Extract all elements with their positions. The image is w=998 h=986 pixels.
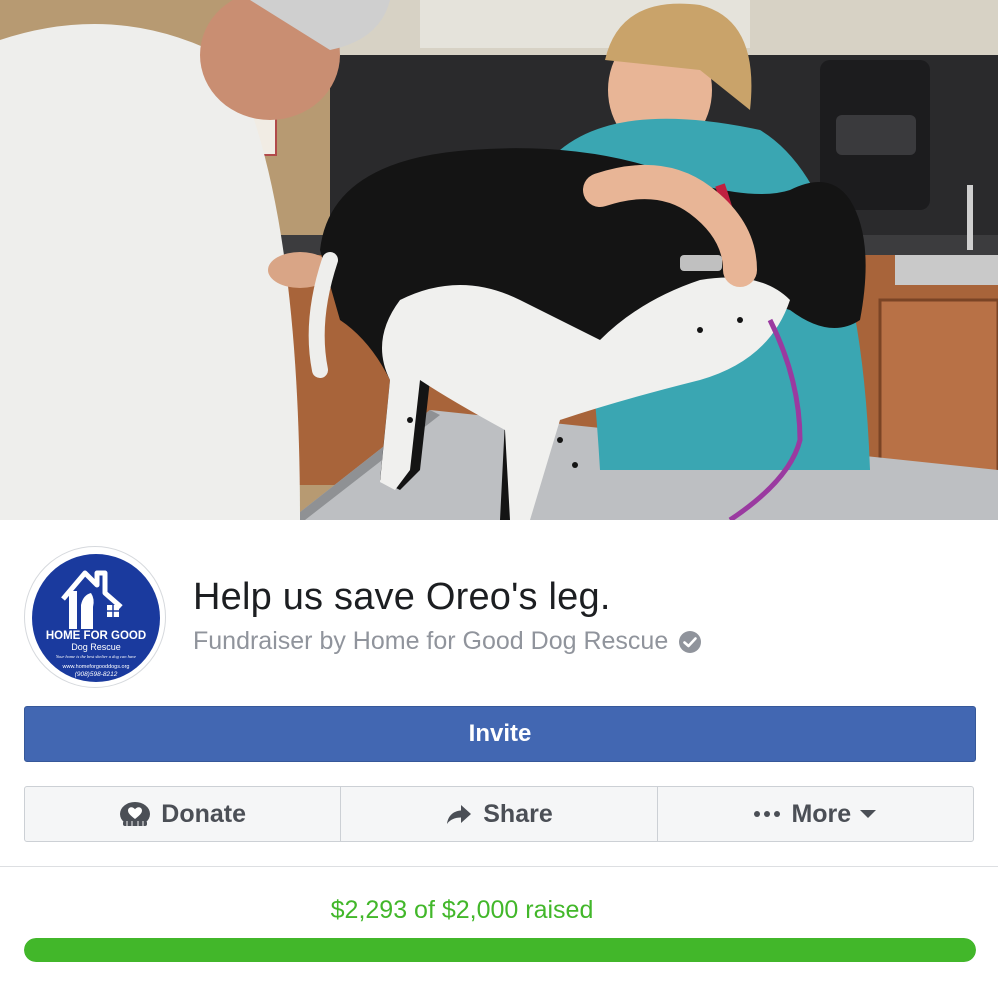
logo-phone: (908)598-8212 bbox=[75, 671, 118, 678]
cover-photo bbox=[0, 0, 998, 520]
ellipsis-icon bbox=[753, 809, 781, 819]
fundraiser-subtitle: Fundraiser by Home for Good Dog Rescue bbox=[193, 627, 702, 656]
more-label: More bbox=[791, 799, 852, 828]
logo-website: www.homeforgooddogs.org bbox=[62, 664, 130, 670]
caret-down-icon bbox=[859, 809, 877, 819]
verified-badge-icon bbox=[678, 630, 702, 654]
amount-raised-text: $2,293 of $2,000 raised bbox=[330, 896, 594, 924]
logo-motto: Your home is the best shelter a dog can … bbox=[56, 654, 136, 659]
donate-button[interactable]: Donate bbox=[25, 787, 340, 841]
share-button[interactable]: Share bbox=[340, 787, 656, 841]
fundraiser-organizer[interactable]: Fundraiser by Home for Good Dog Rescue bbox=[193, 627, 668, 656]
fundraiser-title[interactable]: Help us save Oreo's leg. bbox=[193, 576, 611, 619]
share-label: Share bbox=[483, 799, 553, 828]
logo-tagline: Dog Rescue bbox=[71, 642, 121, 652]
share-arrow-icon bbox=[445, 802, 473, 826]
donate-label: Donate bbox=[161, 799, 247, 828]
invite-button[interactable]: Invite bbox=[24, 706, 976, 762]
organization-logo[interactable]: HOME FOR GOOD Dog Rescue Your home is th… bbox=[24, 546, 166, 688]
action-bar: Donate Share More bbox=[24, 786, 974, 842]
more-button[interactable]: More bbox=[656, 787, 973, 841]
donate-heart-icon bbox=[119, 800, 151, 828]
progress-bar-fill bbox=[24, 938, 976, 962]
section-divider bbox=[0, 866, 998, 867]
logo-name: HOME FOR GOOD bbox=[46, 630, 146, 642]
progress-bar bbox=[24, 938, 976, 962]
